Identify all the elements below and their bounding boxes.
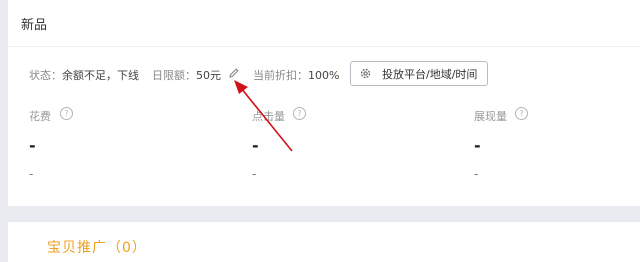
metric-value-cost: - (29, 136, 36, 155)
metric-label-impressions: 展现量 (474, 110, 507, 123)
product-promotion-title[interactable]: 宝贝推广（0） (47, 237, 147, 257)
status-value: 余额不足，下线 (62, 69, 139, 82)
metric-value-clicks: - (252, 136, 259, 155)
budget-value: 50元 (196, 69, 221, 82)
budget-field: 日限额：50元 (152, 67, 221, 83)
help-icon[interactable]: ? (293, 107, 306, 120)
help-icon[interactable]: ? (60, 107, 73, 120)
platform-button-label: 投放平台/地域/时间 (382, 67, 478, 81)
discount-value: 100% (308, 69, 340, 82)
discount-label: 当前折扣： (253, 69, 308, 82)
budget-label: 日限额： (152, 69, 196, 82)
pencil-icon[interactable] (228, 67, 240, 79)
metric-sub-cost: - (29, 167, 34, 181)
help-icon[interactable]: ? (515, 107, 528, 120)
discount-field: 当前折扣：100% (253, 67, 339, 83)
status-field: 状态：余额不足，下线 (29, 67, 139, 83)
status-label: 状态： (29, 69, 62, 82)
platform-region-time-button[interactable]: 投放平台/地域/时间 (350, 61, 488, 86)
campaign-card (8, 0, 640, 206)
page-title: 新品 (21, 18, 48, 33)
gear-icon (360, 68, 371, 79)
divider (8, 46, 640, 47)
metric-label-clicks: 点击量 (252, 110, 285, 123)
metric-sub-clicks: - (252, 167, 257, 181)
metric-label-cost: 花费 (29, 110, 51, 123)
metric-value-impressions: - (474, 136, 481, 155)
metric-sub-impressions: - (474, 167, 479, 181)
